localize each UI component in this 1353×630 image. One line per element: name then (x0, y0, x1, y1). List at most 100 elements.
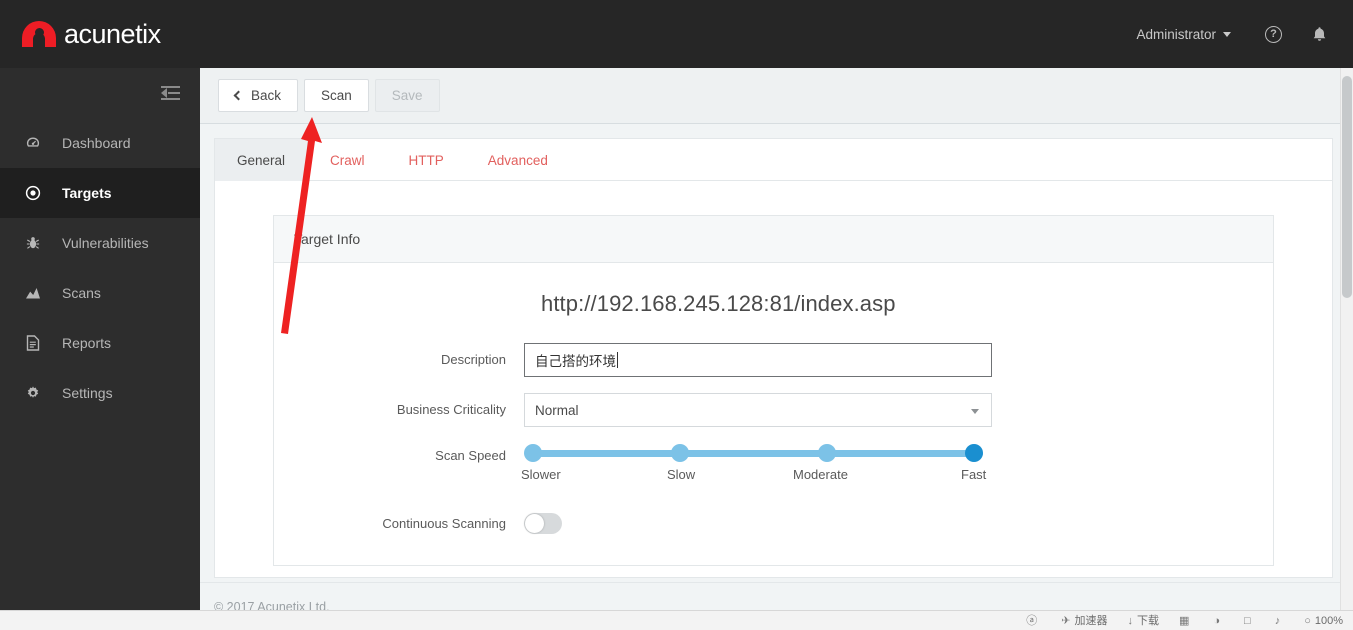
sidebar-item-label: Reports (62, 335, 112, 351)
sidebar-item-label: Settings (62, 385, 113, 401)
sidebar-item-scans[interactable]: Scans (0, 268, 200, 318)
slider-stop-fast[interactable] (965, 444, 983, 462)
target-info-section-body: http://192.168.245.128:81/index.asp Desc… (274, 263, 1273, 565)
sidebar-item-targets[interactable]: Targets (0, 168, 200, 218)
sidebar-item-label: Scans (62, 285, 101, 301)
slider-stop-slower[interactable] (524, 444, 542, 462)
chevron-down-icon (971, 409, 979, 414)
business-criticality-row: Business Criticality Normal (274, 393, 1273, 427)
sidebar-item-label: Targets (62, 185, 112, 201)
sidebar-item-vulnerabilities[interactable]: Vulnerabilities (0, 218, 200, 268)
bug-icon (22, 235, 44, 251)
business-criticality-label: Business Criticality (396, 402, 506, 417)
sidebar-item-dashboard[interactable]: Dashboard (0, 118, 200, 168)
sidebar-item-reports[interactable]: Reports (0, 318, 200, 368)
help-button[interactable]: ? (1265, 25, 1282, 43)
continuous-scanning-toggle[interactable] (524, 513, 562, 534)
slider-stop-moderate[interactable] (818, 444, 836, 462)
page-scrollbar[interactable] (1340, 68, 1353, 630)
dashboard-gauge-icon (22, 135, 44, 151)
settings-panel-card: General Crawl HTTP Advanced Target Info (214, 138, 1333, 578)
slider-stop-slow[interactable] (671, 444, 689, 462)
shield-icon: ⓐ (1026, 615, 1038, 627)
top-header-bar: acunetix Administrator ? (0, 0, 1353, 68)
chart-area-icon (22, 286, 44, 300)
description-row: Description 自己搭的环境 (274, 343, 1273, 377)
collapse-sidebar-icon (161, 86, 180, 100)
notifications-button[interactable] (1312, 26, 1327, 43)
text-cursor (617, 352, 618, 368)
status-item-download[interactable]: ↓ 下载 (1127, 611, 1159, 630)
status-item[interactable]: □ (1244, 611, 1255, 630)
main-content-region: Back Scan Save General Crawl HTTP Advanc… (200, 68, 1353, 630)
slider-label-fast: Fast (961, 467, 987, 482)
settings-tabs: General Crawl HTTP Advanced (215, 139, 1332, 181)
status-item-zoom[interactable]: ○ 100% (1304, 611, 1343, 630)
help-circle-icon: ? (1265, 25, 1282, 43)
tab-label: General (237, 152, 286, 168)
description-input-value: 自己搭的环境 (535, 354, 616, 369)
acunetix-app-window: acunetix Administrator ? Dashboard Targe… (0, 0, 1353, 630)
scan-button[interactable]: Scan (304, 79, 369, 112)
acunetix-logo-icon (22, 17, 56, 51)
status-item-accelerator[interactable]: ✈ 加速器 (1061, 611, 1107, 630)
notification-bell-icon (1313, 26, 1326, 41)
status-item-label: 加速器 (1074, 615, 1108, 627)
back-button[interactable]: Back (218, 79, 299, 112)
gear-icon (22, 385, 44, 401)
tab-label: Advanced (487, 152, 548, 168)
sound-icon: ♪ (1274, 615, 1281, 627)
document-report-icon (22, 335, 44, 351)
target-info-section-title: Target Info (274, 216, 1273, 263)
status-item[interactable]: ♪ (1275, 611, 1285, 630)
screenshot-icon: □ (1244, 615, 1251, 627)
scan-speed-slider[interactable]: Slower Slow Moderate Fast (521, 443, 992, 491)
business-criticality-select[interactable]: Normal (524, 393, 992, 427)
description-input[interactable]: 自己搭的环境 (524, 343, 992, 377)
status-item-label: 下载 (1136, 615, 1159, 627)
slider-track (533, 450, 983, 457)
status-item[interactable]: ▦ (1179, 611, 1193, 630)
page-toolbar: Back Scan Save (200, 68, 1353, 124)
scan-speed-row: Scan Speed Slower Slow Moderate Fast (274, 443, 1273, 491)
slider-label-moderate: Moderate (793, 467, 848, 482)
save-button[interactable]: Save (374, 79, 440, 112)
slider-label-slow: Slow (667, 467, 696, 482)
continuous-scanning-row: Continuous Scanning (274, 513, 1273, 535)
toggle-knob (525, 514, 544, 533)
brand-logo[interactable]: acunetix (0, 0, 200, 68)
general-settings-form: Target Info http://192.168.245.128:81/in… (215, 181, 1332, 566)
business-criticality-value: Normal (535, 402, 579, 418)
description-label: Description (440, 352, 506, 367)
user-menu[interactable]: Administrator (1136, 27, 1231, 42)
zoom-level-label: 100% (1314, 615, 1343, 627)
tab-crawl[interactable]: Crawl (308, 139, 387, 181)
sidebar-item-settings[interactable]: Settings (0, 368, 200, 418)
slider-tick-labels: Slower Slow Moderate Fast (521, 467, 992, 487)
tab-http[interactable]: HTTP (387, 139, 466, 181)
status-item[interactable]: ◑ (1213, 611, 1224, 630)
scrollbar-thumb[interactable] (1342, 76, 1352, 298)
browser-status-bar: ⓐ ✈ 加速器 ↓ 下载 ▦ ◑ □ ♪ ○ 100% (0, 610, 1353, 630)
back-button-label: Back (251, 88, 282, 103)
tab-advanced[interactable]: Advanced (466, 139, 570, 181)
zoom-icon: ○ (1304, 615, 1311, 627)
sidebar-collapse-button[interactable] (0, 68, 200, 118)
chevron-down-icon (1223, 31, 1231, 37)
save-button-label: Save (391, 88, 423, 103)
brand-name: acunetix (64, 18, 161, 49)
sidebar-item-label: Dashboard (62, 135, 131, 151)
status-item[interactable]: ⓐ (1026, 611, 1041, 630)
download-icon: ↓ (1127, 615, 1133, 627)
target-settings-content: General Crawl HTTP Advanced Target Info (200, 124, 1353, 630)
target-bullseye-icon (22, 185, 44, 201)
header-actions: Administrator ? (1136, 0, 1353, 68)
continuous-scanning-label: Continuous Scanning (382, 516, 506, 531)
scan-button-label: Scan (321, 88, 352, 103)
window-icon: ▦ (1178, 615, 1190, 627)
left-sidebar-nav: Dashboard Targets Vulnerabilities Scans … (0, 68, 200, 630)
slider-label-slower: Slower (521, 467, 561, 482)
tab-general[interactable]: General (215, 139, 309, 181)
tab-label: HTTP (408, 152, 444, 168)
target-url-heading: http://192.168.245.128:81/index.asp (541, 291, 896, 316)
